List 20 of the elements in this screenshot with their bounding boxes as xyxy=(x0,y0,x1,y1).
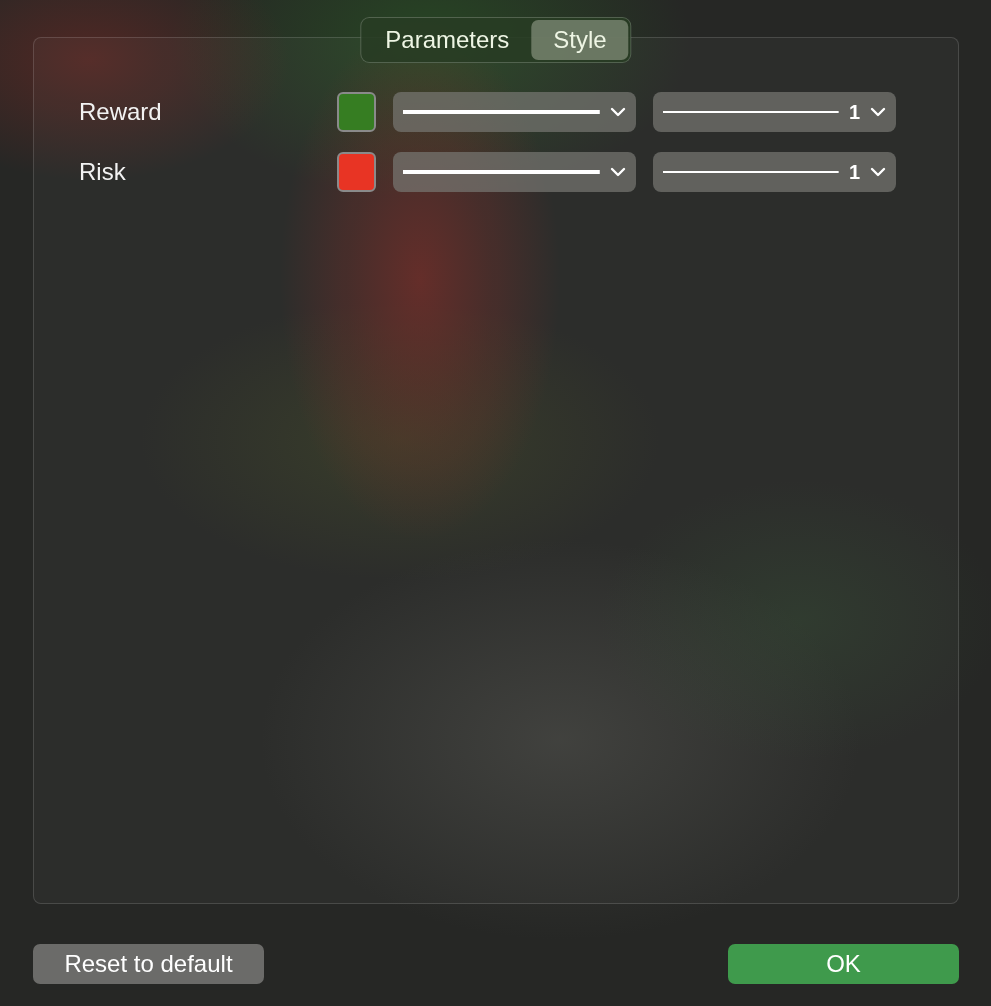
plot-name: Reward xyxy=(79,98,163,126)
chevron-down-icon xyxy=(870,107,886,117)
ok-button[interactable]: OK xyxy=(728,944,959,984)
chevron-down-icon xyxy=(870,167,886,177)
line-width-sample-icon xyxy=(663,108,839,116)
line-style-dropdown[interactable] xyxy=(393,152,637,192)
tab[interactable]: Parameters xyxy=(363,20,532,60)
color-swatch[interactable] xyxy=(337,92,377,132)
plot-name: Risk xyxy=(79,158,127,186)
line-width-sample-icon xyxy=(663,168,839,176)
line-width-dropdown[interactable]: 1 xyxy=(653,92,896,132)
line-width-dropdown[interactable]: 1 xyxy=(653,152,896,192)
color-swatch[interactable] xyxy=(337,152,377,192)
line-style-dropdown[interactable] xyxy=(393,92,637,132)
line-style-sample-icon xyxy=(403,108,601,116)
chevron-down-icon xyxy=(610,107,627,117)
reset-button[interactable]: Reset to default xyxy=(33,944,264,984)
chevron-down-icon xyxy=(610,167,627,177)
tab[interactable]: Style xyxy=(531,20,629,60)
line-style-sample-icon xyxy=(403,168,601,176)
